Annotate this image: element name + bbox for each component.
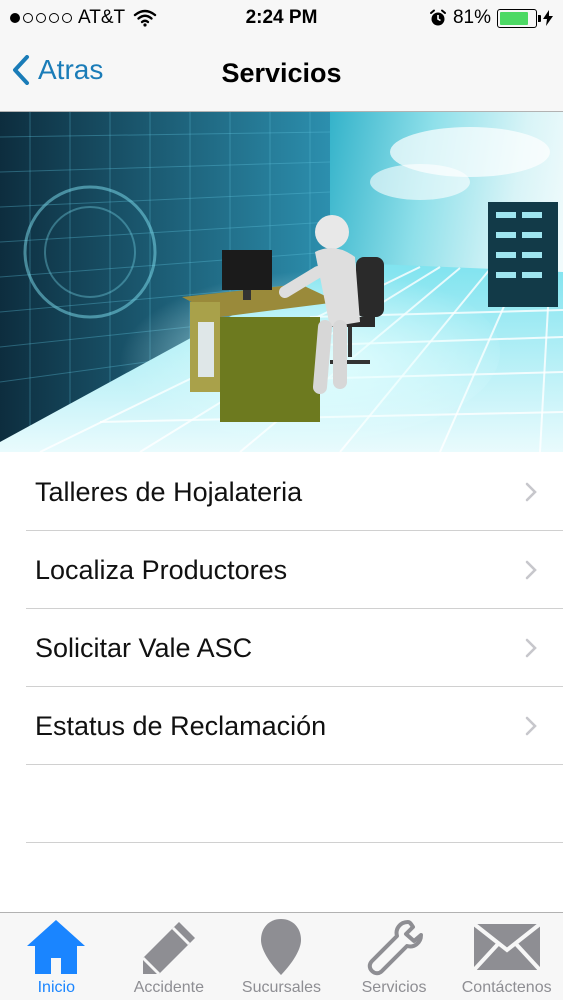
chevron-right-icon	[525, 716, 537, 736]
tab-label: Sucursales	[241, 979, 322, 996]
wrench-icon	[367, 920, 424, 976]
list-item-localiza[interactable]: Localiza Productores	[0, 531, 563, 609]
tab-label: Inicio	[37, 979, 75, 996]
tab-contactenos[interactable]: Contáctenos	[450, 913, 563, 1000]
tab-accidente[interactable]: Accidente	[113, 913, 226, 1000]
wifi-icon	[133, 9, 157, 27]
services-list: Talleres de Hojalateria Localiza Product…	[0, 453, 563, 843]
list-item-label: Talleres de Hojalateria	[35, 476, 303, 507]
navigation-bar: Atras Servicios	[0, 38, 563, 112]
list-item-talleres[interactable]: Talleres de Hojalateria	[0, 453, 563, 531]
tab-label: Contáctenos	[461, 979, 552, 996]
hero-illustration	[0, 112, 563, 452]
list-item-estatus[interactable]: Estatus de Reclamación	[0, 687, 563, 765]
battery-icon	[497, 8, 541, 28]
chevron-right-icon	[525, 482, 537, 502]
signal-dots-icon	[10, 13, 72, 23]
status-bar: AT&T 2:24 PM 81%	[0, 0, 563, 38]
map-pin-icon	[261, 919, 302, 975]
empty-row	[0, 765, 563, 843]
list-item-solicitar-vale[interactable]: Solicitar Vale ASC	[0, 609, 563, 687]
chevron-right-icon	[525, 638, 537, 658]
tab-label: Servicios	[361, 979, 427, 996]
charging-bolt-icon	[543, 10, 553, 26]
tab-servicios[interactable]: Servicios	[338, 913, 451, 1000]
list-item-label: Estatus de Reclamación	[35, 710, 327, 741]
home-icon	[27, 920, 86, 974]
carrier-label: AT&T	[78, 7, 126, 28]
chevron-right-icon	[525, 560, 537, 580]
status-right: 81%	[429, 7, 553, 29]
tab-bar: Inicio Accidente Sucursales Servicios Co…	[0, 912, 563, 1000]
tab-label: Accidente	[133, 979, 205, 996]
battery-percent: 81%	[452, 7, 491, 28]
hero-image-businessman-at-computer	[0, 112, 563, 452]
tab-inicio[interactable]: Inicio	[0, 913, 113, 1000]
list-item-label: Localiza Productores	[35, 554, 288, 585]
list-item-label: Solicitar Vale ASC	[35, 632, 253, 663]
alarm-icon	[429, 9, 446, 26]
page-title: Servicios	[221, 58, 342, 88]
tab-sucursales[interactable]: Sucursales	[225, 913, 338, 1000]
pencil-icon	[141, 922, 195, 976]
status-left: AT&T	[10, 7, 157, 29]
envelope-icon	[472, 922, 542, 972]
